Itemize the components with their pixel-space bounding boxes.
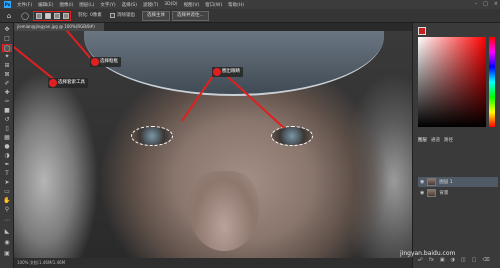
tab-layers[interactable]: 图层	[418, 137, 427, 145]
select-subject-button[interactable]: 选择主体	[142, 11, 170, 21]
layer-row[interactable]: ◉ 图层 1	[418, 177, 498, 187]
layer-thumbnail	[427, 178, 437, 186]
photoshop-logo: Ps	[4, 1, 11, 8]
callout-lasso-text: 选择套索工具	[58, 80, 85, 85]
subtract-selection-icon[interactable]	[53, 13, 60, 19]
more-tools-icon[interactable]: ⋯	[2, 217, 12, 225]
screen-mode-icon[interactable]: ▣	[2, 250, 12, 258]
menu-file[interactable]: 文件(F)	[17, 2, 32, 8]
layer-thumbnail	[427, 189, 437, 197]
callout-dot	[49, 79, 57, 87]
tab-channels[interactable]: 通道	[431, 137, 440, 145]
move-tool-icon[interactable]: ✥	[2, 26, 12, 34]
shape-tool-icon[interactable]: ▭	[2, 188, 12, 196]
eyedropper-tool-icon[interactable]: ✐	[2, 80, 12, 88]
home-icon[interactable]: ⌂	[4, 11, 14, 21]
layer-name: 背景	[439, 191, 449, 196]
select-and-mask-button[interactable]: 选择并遮住...	[172, 11, 209, 21]
pen-tool-icon[interactable]: ✒	[2, 161, 12, 169]
watermark: jingyan.baidu.com	[400, 250, 456, 257]
toolbox: ✥ □ ◯ ✦ ⊞ ⊠ ✐ ✚ ✑ ■ ↺ ▯ ▦ ● ◑ ✒ T ➤ ▭ ✋ …	[0, 23, 14, 268]
type-tool-icon[interactable]: T	[2, 170, 12, 178]
feather-label[interactable]: 羽化: 0像素	[78, 12, 102, 18]
arrow-to-mode	[65, 31, 93, 61]
arrow-to-right-eye	[225, 74, 285, 129]
callout-eyes-text: 圈出眼睛	[222, 69, 240, 74]
selection-mode-group	[33, 11, 71, 21]
new-layer-icon[interactable]: □	[472, 257, 477, 263]
callout-arrows	[14, 31, 285, 129]
menu-filter[interactable]: 滤镜(T)	[143, 2, 158, 8]
menubar: Ps 文件(F) 编辑(E) 图像(I) 图层(L) 文字(Y) 选择(S) 滤…	[0, 0, 500, 9]
zoom-tool-icon[interactable]: ⚲	[2, 206, 12, 214]
minimize-icon[interactable]: –	[475, 1, 478, 7]
menu-edit[interactable]: 编辑(E)	[38, 2, 53, 8]
eraser-tool-icon[interactable]: ▯	[2, 125, 12, 133]
antialias-label: 消除锯齿	[117, 13, 135, 18]
callout-add-selection-text: 选择框框	[100, 59, 118, 64]
callout-dot	[91, 58, 99, 66]
antialias-checkbox[interactable]	[110, 13, 115, 18]
options-bar: ⌂ ◯ 羽化: 0像素 消除锯齿 选择主体 选择并遮住...	[0, 9, 500, 23]
document-tab[interactable]: jiemian@jingyan.jpg @ 100%(RGB/8#)	[14, 23, 104, 31]
gradient-tool-icon[interactable]: ▦	[2, 134, 12, 142]
tab-paths[interactable]: 路径	[444, 137, 453, 145]
visibility-eye-icon[interactable]: ◉	[420, 190, 424, 196]
close-icon[interactable]: ×	[494, 1, 498, 7]
color-picker-field[interactable]	[418, 37, 486, 127]
mask-icon[interactable]: ▣	[440, 257, 445, 263]
menu-select[interactable]: 选择(S)	[122, 2, 137, 8]
crop-tool-icon[interactable]: ⊞	[2, 62, 12, 70]
link-icon[interactable]: ☍	[418, 257, 423, 263]
callout-add-selection: 选择框框	[90, 57, 121, 67]
callout-dot	[213, 68, 221, 76]
menu-view[interactable]: 视图(V)	[184, 2, 200, 8]
new-selection-icon[interactable]	[35, 13, 42, 19]
status-bar: 100% 文档:1.46M/1.46M	[14, 258, 412, 268]
layer-name: 图层 1	[439, 180, 453, 185]
lasso-tool-icon[interactable]: ◯	[2, 44, 12, 52]
hue-slider[interactable]	[489, 37, 495, 127]
marquee-tool-icon[interactable]: □	[2, 35, 12, 43]
fx-icon[interactable]: fx	[429, 257, 434, 263]
maximize-icon[interactable]: □	[483, 1, 488, 7]
hand-tool-icon[interactable]: ✋	[2, 197, 12, 205]
dodge-tool-icon[interactable]: ◑	[2, 152, 12, 160]
document-tab-bar: jiemian@jingyan.jpg @ 100%(RGB/8#)	[14, 23, 412, 31]
menu-window[interactable]: 窗口(W)	[205, 2, 222, 8]
menu-help[interactable]: 帮助(H)	[228, 2, 244, 8]
intersect-selection-icon[interactable]	[62, 13, 69, 19]
foreground-color-swatch[interactable]	[418, 27, 426, 35]
visibility-eye-icon[interactable]: ◉	[420, 179, 424, 185]
menu-type[interactable]: 文字(Y)	[100, 2, 115, 8]
frame-tool-icon[interactable]: ⊠	[2, 71, 12, 79]
trash-icon[interactable]: ⌫	[482, 257, 489, 263]
path-select-icon[interactable]: ➤	[2, 179, 12, 187]
menu-layer[interactable]: 图层(L)	[79, 2, 94, 8]
quick-mask-icon[interactable]: ◉	[2, 239, 12, 247]
blur-tool-icon[interactable]: ●	[2, 143, 12, 151]
stamp-tool-icon[interactable]: ■	[2, 107, 12, 115]
magic-wand-tool-icon[interactable]: ✦	[2, 53, 12, 61]
arrow-to-left-eye	[181, 72, 216, 122]
layers-panel-tabs: 图层 通道 路径	[418, 137, 498, 145]
lasso-preset-icon[interactable]: ◯	[20, 11, 30, 21]
canvas[interactable]: 选择套索工具 选择框框 圈出眼睛	[14, 31, 412, 258]
brush-tool-icon[interactable]: ✑	[2, 98, 12, 106]
color-swatches-icon[interactable]: ◣	[2, 228, 12, 236]
arrow-to-lasso	[14, 45, 57, 82]
add-selection-icon[interactable]	[44, 13, 51, 19]
menu-3d[interactable]: 3D(D)	[164, 2, 177, 7]
layer-row[interactable]: ◉ 背景	[418, 188, 498, 198]
folder-icon[interactable]: ◫	[461, 257, 466, 263]
history-brush-icon[interactable]: ↺	[2, 116, 12, 124]
callout-eyes-selection: 圈出眼睛	[212, 67, 243, 77]
healing-tool-icon[interactable]: ✚	[2, 89, 12, 97]
window-controls: – □ ×	[475, 1, 498, 7]
adjustment-icon[interactable]: ◑	[451, 257, 455, 263]
callout-lasso-tool: 选择套索工具	[48, 78, 88, 88]
menu-image[interactable]: 图像(I)	[59, 2, 73, 8]
